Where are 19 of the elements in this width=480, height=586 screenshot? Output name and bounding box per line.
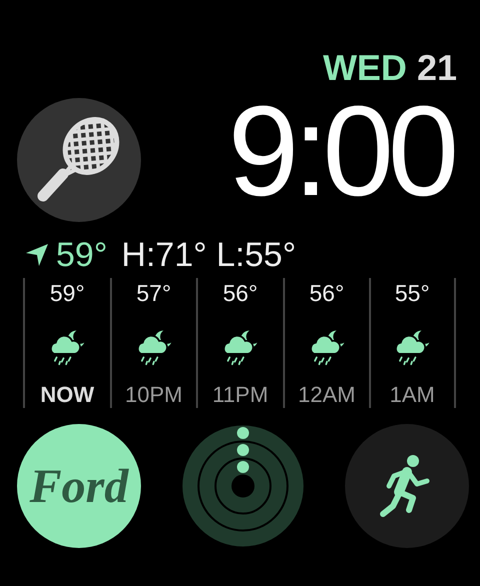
- hourly-forecast[interactable]: 59° NOW 57° 10PM 56° 11PM 56° 12AM 55° 1AM: [0, 274, 480, 408]
- hour-label: 1AM: [390, 382, 435, 408]
- date-label: WED 21: [322, 48, 457, 88]
- clock-time: 9:00: [228, 88, 453, 216]
- hour-temperature: 55°: [394, 280, 430, 306]
- location-arrow-icon: [24, 242, 50, 268]
- car-app-complication[interactable]: Ford: [17, 424, 141, 548]
- hour-temperature: 56°: [309, 280, 344, 306]
- hour-label: 11PM: [212, 382, 268, 408]
- hour-label: 12AM: [298, 382, 356, 408]
- hour-label: NOW: [40, 382, 94, 408]
- current-temperature: 59°: [56, 236, 108, 274]
- hour-temperature: 56°: [222, 280, 258, 306]
- hour-temperature: 59°: [50, 280, 85, 306]
- activity-rings-drawing[interactable]: [181, 424, 305, 548]
- hour-label: 10PM: [125, 382, 182, 408]
- hour-temperature: 57°: [136, 280, 172, 306]
- ford-logo: Ford: [30, 458, 128, 514]
- high-low-temperature: H:71° L:55°: [121, 236, 296, 274]
